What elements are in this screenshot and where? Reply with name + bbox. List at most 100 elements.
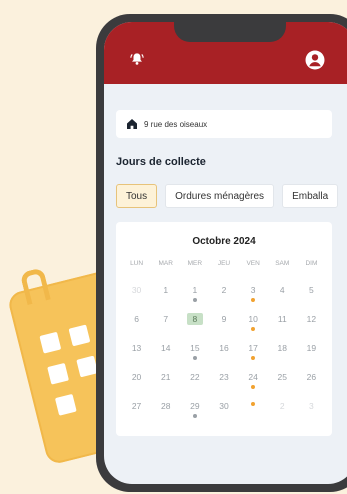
calendar-day-number: 4 bbox=[279, 285, 285, 295]
weekday-label: DIM bbox=[305, 260, 318, 267]
calendar-day-number: 18 bbox=[277, 343, 287, 353]
home-icon bbox=[127, 119, 137, 129]
section-title: Jours de collecte bbox=[116, 156, 206, 168]
calendar-day-number: 14 bbox=[160, 343, 171, 353]
calendar-day[interactable]: 17 bbox=[239, 338, 268, 367]
address-text: 9 rue des oiseaux bbox=[144, 119, 208, 129]
calendar-day[interactable]: 14 bbox=[151, 338, 180, 367]
calendar-day[interactable]: 13 bbox=[122, 338, 151, 367]
calendar-day[interactable]: 3 bbox=[297, 396, 326, 425]
calendar-square bbox=[76, 355, 99, 378]
calendar-day-number: 11 bbox=[277, 314, 287, 324]
calendar-day[interactable]: 8 bbox=[180, 309, 209, 338]
calendar-day-number: 1 bbox=[192, 285, 198, 295]
calendar-day-number: 21 bbox=[160, 372, 171, 382]
collection-dot bbox=[251, 327, 256, 331]
calendar-day[interactable]: 30 bbox=[122, 280, 151, 309]
calendar-square bbox=[54, 393, 77, 416]
collection-dot bbox=[251, 402, 256, 406]
calendar-day[interactable]: 25 bbox=[268, 367, 297, 396]
calendar-day-number: 1 bbox=[163, 285, 169, 295]
collection-dot bbox=[192, 356, 197, 360]
calendar-day[interactable]: 2 bbox=[209, 280, 238, 309]
calendar-week: 13 14 15 16 17 18 19 bbox=[122, 338, 326, 367]
calendar-ring-icon bbox=[19, 267, 51, 306]
calendar-day-number: 2 bbox=[279, 401, 285, 411]
calendar-day[interactable]: 21 bbox=[151, 367, 180, 396]
bell-icon[interactable] bbox=[130, 52, 144, 66]
calendar-day-number: 3 bbox=[309, 401, 314, 411]
collection-dot bbox=[251, 356, 256, 360]
calendar-square bbox=[39, 331, 62, 354]
calendar-day[interactable]: 24 bbox=[239, 367, 268, 396]
calendar-day[interactable]: 20 bbox=[122, 367, 151, 396]
calendar-day-number: 27 bbox=[131, 401, 142, 411]
weekday-label: MAR bbox=[158, 260, 173, 267]
calendar-day-number: 17 bbox=[248, 343, 258, 353]
calendar-day-number: 8 bbox=[186, 313, 203, 325]
calendar-day[interactable]: 7 bbox=[151, 309, 180, 338]
calendar-day-number: 10 bbox=[248, 314, 258, 324]
calendar-day[interactable]: 15 bbox=[180, 338, 209, 367]
filter-chips: Tous Ordures ménagères Emballa bbox=[116, 184, 339, 208]
calendar-day-number: 9 bbox=[221, 314, 227, 324]
calendar-day[interactable]: 16 bbox=[209, 338, 238, 367]
calendar-day-number: 20 bbox=[131, 372, 142, 382]
calendar-day-number: 15 bbox=[190, 343, 200, 353]
calendar-day-number: 26 bbox=[306, 372, 317, 382]
calendar-day[interactable]: 2 bbox=[268, 396, 297, 425]
calendar-day-number: 24 bbox=[248, 372, 258, 382]
address-card[interactable]: 9 rue des oiseaux bbox=[116, 110, 332, 138]
weekday-label: JEU bbox=[217, 260, 231, 267]
filter-chip-emballages[interactable]: Emballa bbox=[282, 184, 339, 208]
calendar-day-number: 30 bbox=[131, 285, 142, 295]
collection-dot bbox=[192, 414, 197, 418]
calendar-day[interactable]: 27 bbox=[122, 396, 151, 425]
calendar-day[interactable]: 11 bbox=[268, 309, 297, 338]
calendar-day-number: 2 bbox=[221, 285, 227, 295]
phone-frame: 9 rue des oiseaux Jours de collecte Tous… bbox=[96, 14, 347, 492]
calendar-day[interactable] bbox=[239, 396, 268, 425]
weekday-label: LUN bbox=[130, 260, 144, 267]
user-icon[interactable] bbox=[305, 50, 325, 70]
calendar-day[interactable]: 3 bbox=[239, 280, 268, 309]
filter-chip-ordures-menageres[interactable]: Ordures ménagères bbox=[165, 184, 275, 208]
collection-dot bbox=[251, 385, 256, 389]
calendar-week: 30 1 1 2 3 4 5 bbox=[122, 280, 326, 309]
calendar-day[interactable]: 22 bbox=[180, 367, 209, 396]
calendar-month-title: Octobre 2024 bbox=[192, 236, 256, 247]
calendar-day[interactable]: 9 bbox=[209, 309, 238, 338]
calendar-day[interactable]: 5 bbox=[297, 280, 326, 309]
calendar-day[interactable]: 26 bbox=[297, 367, 326, 396]
phone-screen: 9 rue des oiseaux Jours de collecte Tous… bbox=[104, 22, 347, 484]
calendar-day-number: 28 bbox=[160, 401, 171, 411]
calendar-day-number: 7 bbox=[163, 314, 169, 324]
calendar-day[interactable]: 12 bbox=[297, 309, 326, 338]
calendar-square bbox=[68, 324, 91, 347]
calendar-week: 27 28 29 30 2 3 bbox=[122, 396, 326, 425]
calendar-day-number: 25 bbox=[277, 372, 287, 382]
weekday-label: MER bbox=[187, 260, 203, 267]
calendar-day[interactable]: 29 bbox=[180, 396, 209, 425]
calendar-day[interactable]: 18 bbox=[268, 338, 297, 367]
calendar-grid: 30 1 1 2 3 4 5 6 7 8 9 10 11 12 13 14 15 16 17 18 19 20 21 22 23… bbox=[122, 280, 326, 425]
calendar-day[interactable]: 1 bbox=[151, 280, 180, 309]
calendar-day-number: 16 bbox=[219, 343, 229, 353]
calendar-day[interactable]: 1 bbox=[180, 280, 209, 309]
calendar-week: 20 21 22 23 24 25 26 bbox=[122, 367, 326, 396]
calendar-day[interactable]: 23 bbox=[209, 367, 238, 396]
calendar-day-number: 23 bbox=[219, 372, 229, 382]
calendar-day[interactable]: 28 bbox=[151, 396, 180, 425]
collection-dot bbox=[192, 298, 197, 302]
weekday-label: SAM bbox=[275, 260, 290, 267]
calendar-day[interactable]: 19 bbox=[297, 338, 326, 367]
calendar-day-number: 6 bbox=[134, 314, 139, 324]
calendar-day-number: 30 bbox=[219, 401, 229, 411]
filter-chip-tous[interactable]: Tous bbox=[116, 184, 158, 208]
calendar-day[interactable]: 30 bbox=[209, 396, 238, 425]
calendar-week: 6 7 8 9 10 11 12 bbox=[122, 309, 326, 338]
calendar-day[interactable]: 10 bbox=[239, 309, 268, 338]
calendar-day[interactable]: 6 bbox=[122, 309, 151, 338]
calendar-weekdays: LUN MAR MER JEU VEN SAM DIM bbox=[122, 260, 326, 267]
calendar-day[interactable]: 4 bbox=[268, 280, 297, 309]
